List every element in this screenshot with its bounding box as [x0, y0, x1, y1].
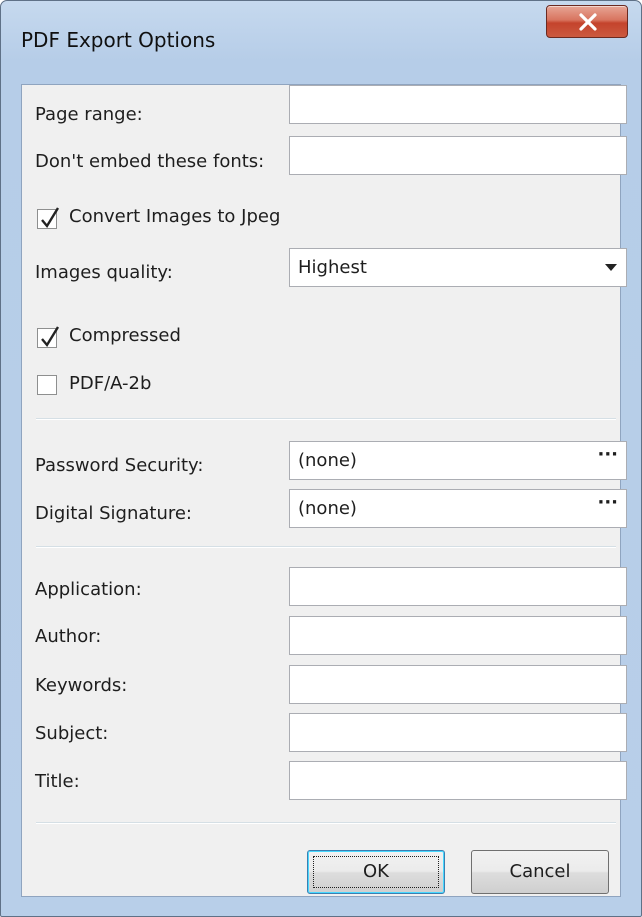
title-label: Title:: [35, 771, 80, 792]
focus-rectangle: [313, 856, 439, 888]
application-label: Application:: [35, 579, 142, 600]
compressed-label[interactable]: Compressed: [69, 325, 181, 346]
subject-input[interactable]: [289, 713, 627, 752]
page-range-input[interactable]: [289, 85, 627, 124]
checkmark-icon: [41, 326, 60, 348]
password-security-value: (none): [298, 450, 357, 471]
separator: [36, 546, 616, 548]
separator: [36, 418, 616, 420]
dont-embed-fonts-input[interactable]: [289, 136, 627, 175]
dialog-content: Page range: Don't embed these fonts: Con…: [21, 84, 627, 897]
digital-signature-browse-button[interactable]: ···: [597, 492, 618, 513]
digital-signature-value: (none): [298, 498, 357, 519]
cancel-button[interactable]: Cancel: [471, 850, 609, 894]
keywords-label: Keywords:: [35, 675, 128, 696]
password-security-label: Password Security:: [35, 455, 204, 476]
images-quality-value: Highest: [298, 257, 367, 278]
convert-images-label[interactable]: Convert Images to Jpeg: [69, 206, 280, 227]
images-quality-label: Images quality:: [35, 262, 173, 283]
application-input[interactable]: [289, 567, 627, 606]
subject-label: Subject:: [35, 723, 109, 744]
chevron-down-icon: [605, 264, 617, 271]
password-security-browse-button[interactable]: ···: [597, 444, 618, 465]
keywords-input[interactable]: [289, 665, 627, 704]
separator: [36, 822, 616, 824]
cancel-button-label: Cancel: [509, 861, 571, 882]
title-bar[interactable]: PDF Export Options: [1, 1, 641, 83]
close-button[interactable]: [546, 5, 628, 38]
pdfa-checkbox[interactable]: [37, 375, 57, 395]
title-input[interactable]: [289, 761, 627, 800]
convert-images-checkbox[interactable]: [37, 207, 60, 229]
author-input[interactable]: [289, 616, 627, 655]
dont-embed-fonts-label: Don't embed these fonts:: [35, 151, 265, 172]
password-security-input[interactable]: (none) ···: [289, 441, 627, 480]
images-quality-select[interactable]: Highest: [289, 248, 627, 287]
author-label: Author:: [35, 626, 102, 647]
dialog-title: PDF Export Options: [21, 28, 216, 52]
pdfa-label[interactable]: PDF/A-2b: [69, 373, 151, 394]
compressed-checkbox[interactable]: [37, 326, 60, 348]
dialog-window: PDF Export Options Page range: Don't emb…: [0, 0, 642, 917]
checkmark-icon: [41, 207, 60, 229]
close-icon: [579, 13, 597, 31]
ok-button[interactable]: OK: [307, 850, 445, 894]
digital-signature-input[interactable]: (none) ···: [289, 489, 627, 528]
page-range-label: Page range:: [35, 104, 143, 125]
digital-signature-label: Digital Signature:: [35, 503, 192, 524]
